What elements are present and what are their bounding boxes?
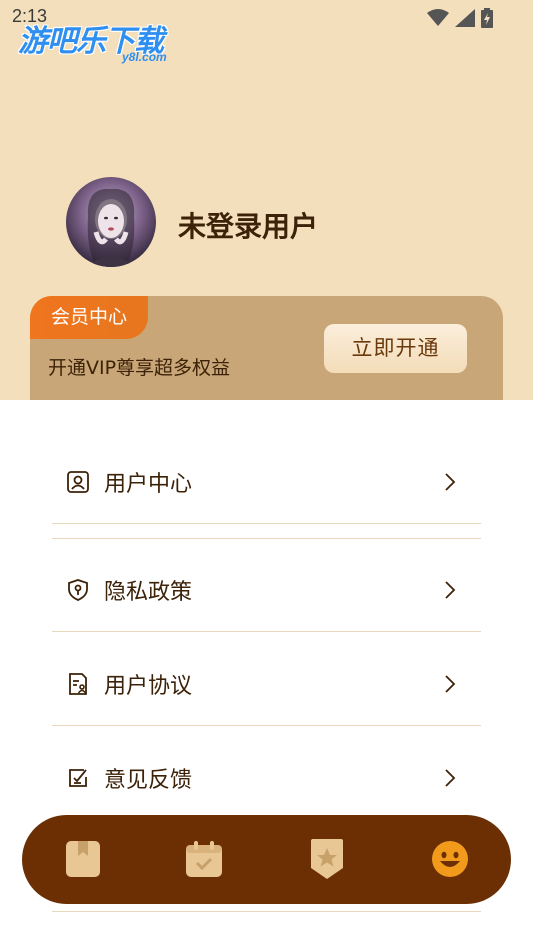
privacy-shield-icon — [68, 578, 88, 601]
chevron-right-icon — [445, 580, 456, 599]
feedback-edit-icon — [69, 768, 87, 787]
tab-profile[interactable] — [430, 837, 470, 881]
signal-icon — [455, 9, 475, 27]
menu-item-feedback[interactable]: 意见反馈 — [52, 736, 481, 820]
battery-icon — [481, 8, 493, 28]
tab-star[interactable] — [307, 837, 347, 881]
menu-item-label: 意见反馈 — [104, 767, 193, 793]
open-vip-button[interactable]: 立即开通 — [324, 324, 467, 373]
bottom-tab-bar — [22, 815, 511, 904]
smiley-icon — [432, 841, 468, 877]
star-badge-icon — [311, 839, 343, 879]
user-name[interactable]: 未登录用户 — [178, 205, 318, 245]
user-card-icon — [67, 470, 89, 493]
menu-item-user-center[interactable]: 用户中心 — [52, 440, 481, 524]
chevron-right-icon — [445, 768, 456, 787]
watermark-sub-text: y8l.com — [122, 50, 167, 64]
tab-calendar[interactable] — [184, 837, 224, 881]
menu-item-privacy-policy[interactable]: 隐私政策 — [52, 548, 481, 632]
divider — [52, 911, 481, 912]
menu-item-label: 用户中心 — [104, 471, 193, 497]
bookmark-icon — [66, 841, 100, 877]
tab-bookmark[interactable] — [63, 837, 103, 881]
wifi-icon — [427, 9, 449, 26]
status-icons — [427, 8, 493, 28]
chevron-right-icon — [445, 674, 456, 693]
calendar-check-icon — [186, 841, 222, 877]
menu-item-label: 用户协议 — [104, 673, 193, 699]
divider — [52, 538, 481, 539]
vip-center-tag: 会员中心 — [30, 296, 148, 339]
vip-card[interactable]: 会员中心 开通VIP尊享超多权益 立即开通 — [30, 296, 503, 400]
avatar-image-icon — [86, 188, 136, 267]
vip-description: 开通VIP尊享超多权益 — [48, 357, 231, 379]
menu-item-label: 隐私政策 — [104, 579, 193, 605]
chevron-right-icon — [445, 472, 456, 491]
agreement-doc-icon — [69, 672, 87, 695]
menu-item-user-agreement[interactable]: 用户协议 — [52, 642, 481, 726]
avatar[interactable] — [66, 177, 156, 267]
watermark-logo: 游吧乐下载 y8l.com — [18, 16, 188, 68]
